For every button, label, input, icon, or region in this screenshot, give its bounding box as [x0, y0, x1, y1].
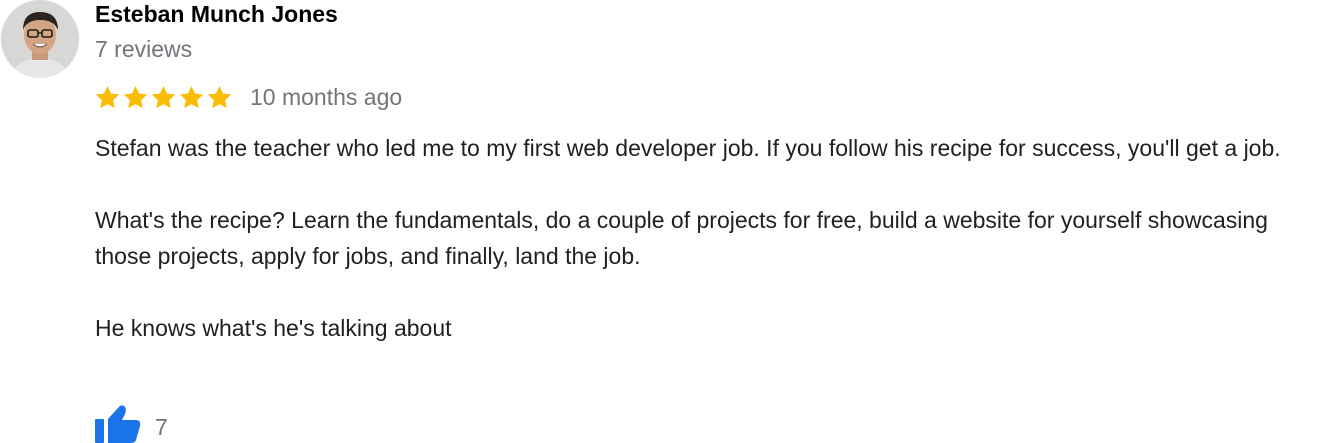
star-icon: [207, 85, 232, 108]
author-name[interactable]: Esteban Munch Jones: [95, 0, 338, 28]
review-date: 10 months ago: [250, 84, 403, 110]
review-paragraph: He knows what's he's talking about: [95, 315, 452, 341]
star-icon: [151, 85, 176, 108]
star-icon: [179, 85, 204, 108]
like-count: 7: [155, 414, 168, 440]
review-card: Esteban Munch Jones 7 reviews 10 months …: [0, 0, 1329, 443]
review-text: Stefan was the teacher who led me to my …: [95, 130, 1315, 346]
rating-row: 10 months ago: [94, 82, 402, 112]
review-paragraph: Stefan was the teacher who led me to my …: [95, 135, 1281, 161]
avatar[interactable]: [1, 0, 79, 78]
star-icon: [95, 85, 120, 108]
avatar-photo: [1, 0, 79, 78]
author-review-count: 7 reviews: [95, 36, 193, 62]
star-icon: [123, 85, 148, 108]
thumbs-up-icon[interactable]: [94, 402, 142, 443]
like-row: 7: [94, 402, 168, 443]
review-paragraph: What's the recipe? Learn the fundamental…: [95, 207, 1268, 269]
star-rating: [94, 84, 233, 111]
